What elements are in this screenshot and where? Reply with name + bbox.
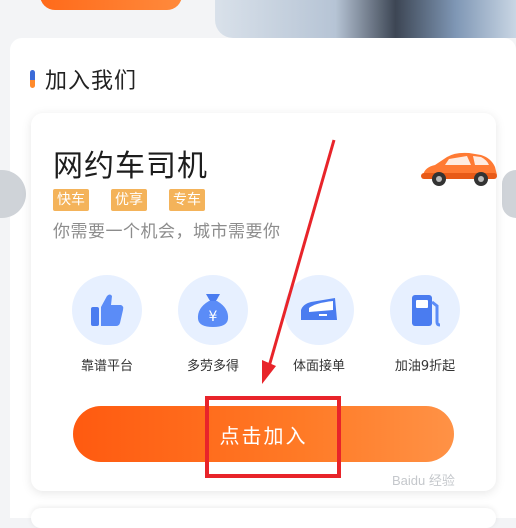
section-title: 加入我们	[45, 69, 138, 94]
thumbs-up-icon	[91, 294, 124, 326]
feature-reliable-platform: 靠谱平台	[71, 275, 143, 374]
feature-icon-circle	[390, 275, 460, 345]
svg-text:¥: ¥	[209, 309, 218, 325]
feature-icon-circle	[72, 275, 142, 345]
feature-label: 靠谱平台	[80, 359, 133, 374]
feature-label: 加油9折起	[394, 359, 456, 374]
carousel-next-arrow[interactable]	[502, 170, 516, 218]
tag-zhuanche: 专车	[169, 189, 205, 211]
card-subtitle: 你需要一个机会，城市需要你	[53, 222, 281, 242]
fuel-pump-icon	[412, 295, 441, 327]
banner-image[interactable]	[215, 0, 516, 38]
feature-fuel-discount: 加油9折起	[389, 275, 461, 374]
section-header: 加入我们	[30, 64, 137, 94]
feature-label: 体面接单	[292, 359, 345, 374]
baidu-watermark: Baidu 经验	[392, 473, 455, 488]
tag-kuaiche: 快车	[53, 189, 89, 211]
feature-icon-circle	[284, 275, 354, 345]
banner-button[interactable]	[40, 0, 182, 10]
feature-list: 靠谱平台 ¥ 多劳多得 体面接单 加油9折起	[71, 275, 461, 374]
feature-icon-circle: ¥	[178, 275, 248, 345]
card-tags: 快车 优享 专车	[53, 189, 205, 211]
feature-earn-more: ¥ 多劳多得	[177, 275, 249, 374]
next-card-peek	[31, 508, 496, 528]
feature-decent-orders: 体面接单	[283, 275, 355, 374]
feature-label: 多劳多得	[186, 359, 239, 374]
annotation-highlight-box	[205, 396, 341, 478]
card-title: 网约车司机	[53, 149, 208, 184]
money-bag-icon: ¥	[197, 294, 229, 327]
car-icon	[421, 152, 497, 186]
tag-youxiang: 优享	[111, 189, 147, 211]
car-door-icon	[301, 298, 337, 320]
section-title-accent-bar	[30, 70, 35, 88]
top-banner-strip	[0, 0, 516, 40]
